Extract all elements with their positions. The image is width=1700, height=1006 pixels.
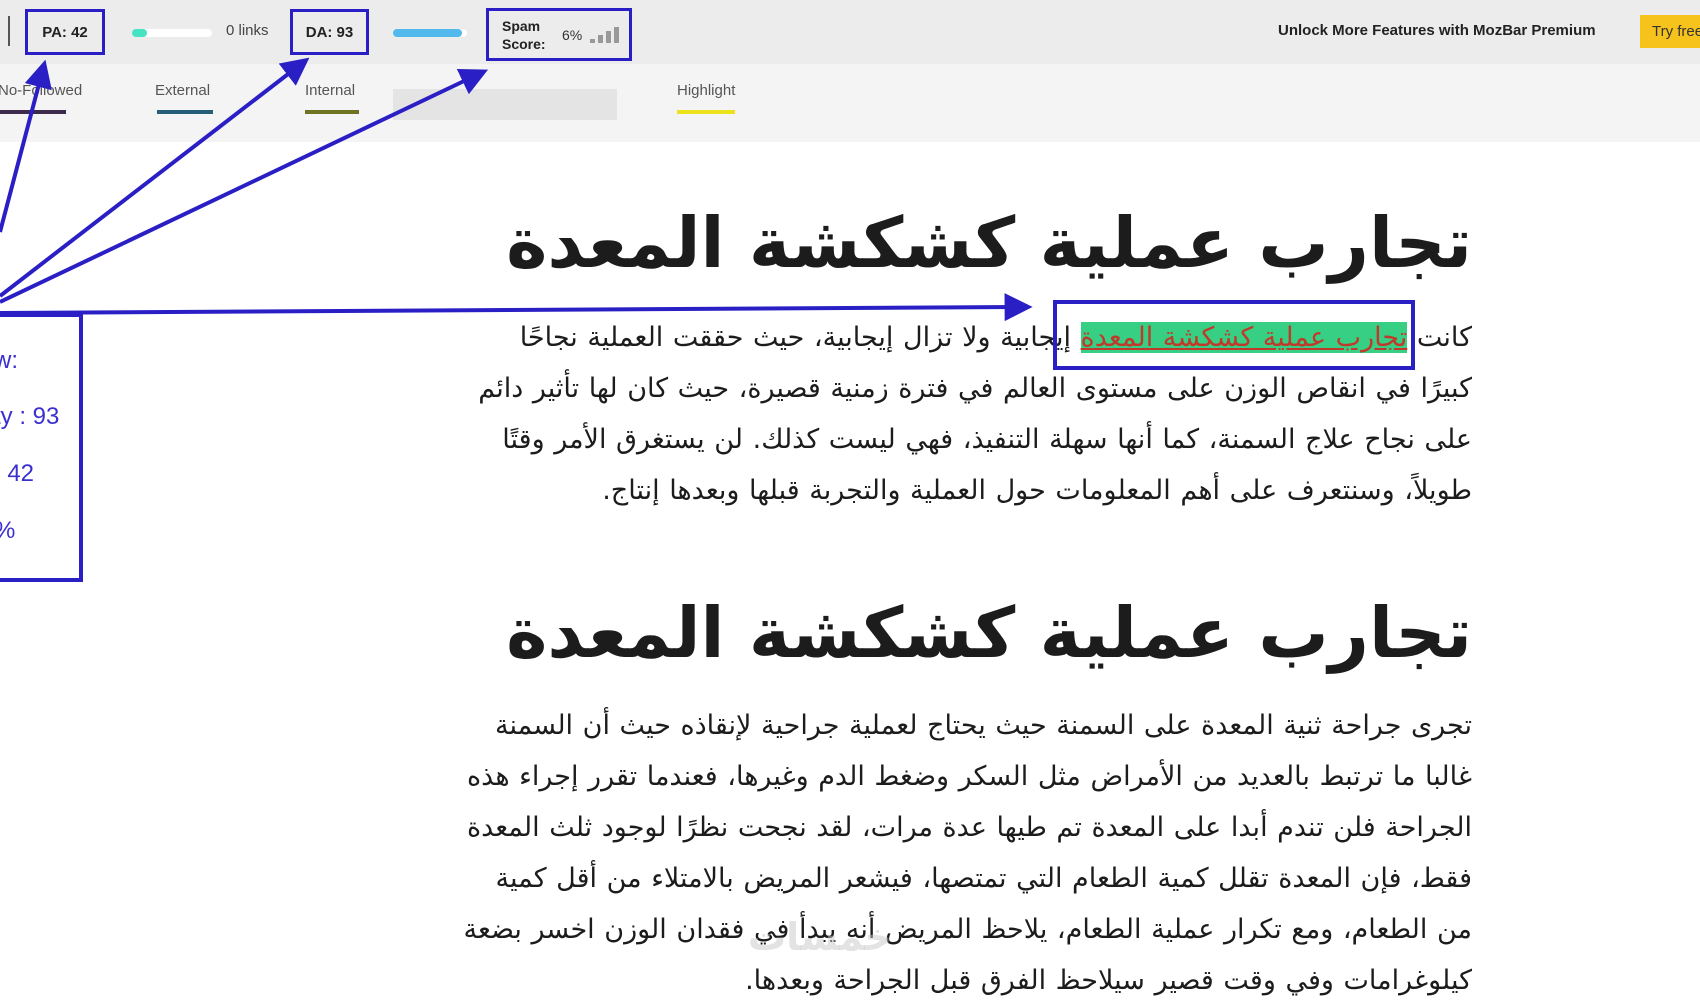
domain-authority-metric[interactable]: DA: 93 [290,9,369,55]
spam-score-label: Spam Score: [502,17,546,52]
spam-score-metric[interactable]: Spam Score: 6% [486,8,632,61]
annotation-line-3: : 42 [0,460,35,487]
domain-authority-bar-fill [393,29,462,37]
page-authority-bar-fill [132,29,148,37]
legend-internal[interactable]: Internal [305,82,355,99]
links-count[interactable]: 0 links [226,22,269,39]
toolbar-divider [8,16,10,46]
highlighted-internal-link[interactable]: تجارب عملية كشكشة المعدة [1080,322,1408,353]
spam-score-value: 6% [562,26,583,43]
page-authority-metric[interactable]: PA: 42 [25,9,105,55]
page-authority-label: PA: 42 [42,23,88,41]
legend-external[interactable]: External [155,82,210,99]
legend-empty-slot [393,89,617,120]
annotation-line-1: w: [0,347,18,374]
article-heading-1: تجارب عملية كشكشة المعدة [506,202,1473,284]
signal-bars-icon [590,26,620,43]
article-heading-2: تجارب عملية كشكشة المعدة [506,592,1473,674]
article-paragraph-2: تجرى جراحة ثنية المعدة على السمنة حيث يح… [463,710,1472,996]
legend-highlight-swatch [677,110,735,114]
watermark-logo: خمسات [748,915,892,959]
domain-authority-label: DA: 93 [305,23,354,41]
article-paragraph-1: كانت تجارب عملية كشكشة المعدة إيجابية ول… [462,312,1472,516]
paragraph-1-intro: كانت [1407,322,1472,353]
legend-internal-swatch [305,110,359,114]
metrics-annotation-box: w: ty : 93 : 42 % [0,313,83,582]
legend-nofollowed[interactable]: No-Followed [0,82,82,99]
mozbar-metrics-row: PA: 42 0 links DA: 93 Spam Score: 6% Unl… [0,0,1700,64]
annotation-line-2: ty : 93 [0,403,60,430]
domain-authority-bar [393,29,467,37]
try-free-button[interactable]: Try free [1640,15,1700,48]
annotation-line-4: % [0,517,15,545]
legend-external-swatch [157,110,213,114]
legend-nofollowed-swatch [0,110,66,114]
premium-upsell-text: Unlock More Features with MozBar Premium [1278,22,1596,39]
mozbar-toolbar: PA: 42 0 links DA: 93 Spam Score: 6% Unl… [0,0,1700,142]
page-authority-bar [132,29,212,37]
legend-highlight[interactable]: Highlight [677,82,735,99]
